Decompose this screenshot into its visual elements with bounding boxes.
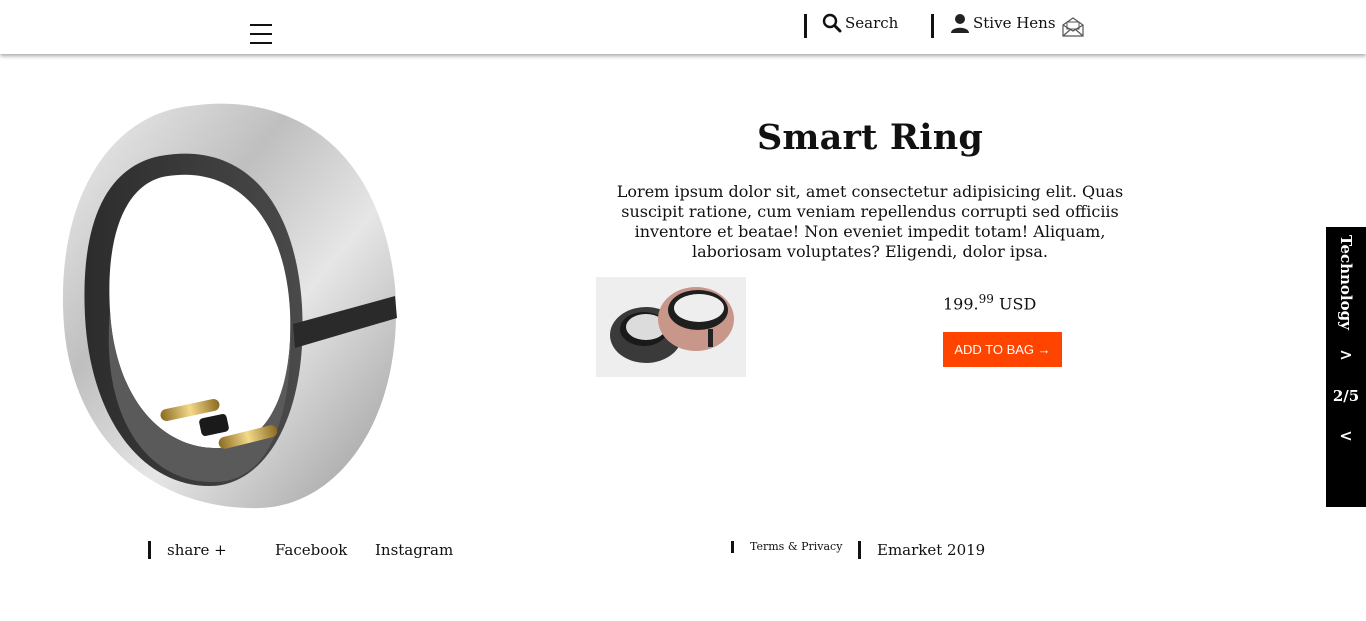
divider bbox=[804, 14, 807, 38]
price-cents: 99 bbox=[978, 292, 994, 306]
user-icon bbox=[951, 14, 969, 33]
prev-arrow-icon[interactable]: < bbox=[1326, 426, 1366, 445]
next-arrow-icon[interactable]: > bbox=[1326, 345, 1366, 364]
add-to-bag-button[interactable]: ADD TO BAG → bbox=[943, 332, 1062, 367]
top-navbar: Search Stive Hens bbox=[0, 0, 1366, 54]
page-indicator: 2/5 bbox=[1332, 387, 1360, 405]
divider bbox=[858, 541, 861, 559]
search-button[interactable]: Search bbox=[822, 13, 898, 33]
price-currency: USD bbox=[999, 294, 1037, 314]
product-price: 199.99 USD bbox=[943, 292, 1036, 313]
divider bbox=[731, 541, 734, 553]
share-link[interactable]: share + bbox=[167, 540, 227, 560]
search-icon bbox=[822, 13, 842, 33]
facebook-link[interactable]: Facebook bbox=[275, 540, 347, 560]
product-thumbnail[interactable] bbox=[596, 277, 746, 377]
user-name: Stive Hens bbox=[973, 14, 1056, 32]
user-account-link[interactable]: Stive Hens bbox=[950, 13, 1056, 33]
price-main: 199. bbox=[943, 294, 979, 314]
product-title: Smart Ring bbox=[756, 117, 984, 158]
terms-privacy-link[interactable]: Terms & Privacy bbox=[750, 540, 842, 554]
search-label: Search bbox=[845, 14, 899, 32]
category-label: Technology bbox=[1337, 235, 1355, 330]
copyright-text: Emarket 2019 bbox=[877, 541, 986, 559]
divider bbox=[931, 14, 934, 38]
category-side-rail: Technology > 2/5 < bbox=[1326, 227, 1366, 507]
product-description: Lorem ipsum dolor sit, amet consectetur … bbox=[616, 182, 1124, 261]
smart-ring-image bbox=[62, 103, 397, 509]
instagram-link[interactable]: Instagram bbox=[375, 540, 453, 560]
divider bbox=[148, 541, 151, 559]
mail-icon[interactable] bbox=[1061, 16, 1085, 38]
menu-icon[interactable] bbox=[250, 24, 272, 46]
